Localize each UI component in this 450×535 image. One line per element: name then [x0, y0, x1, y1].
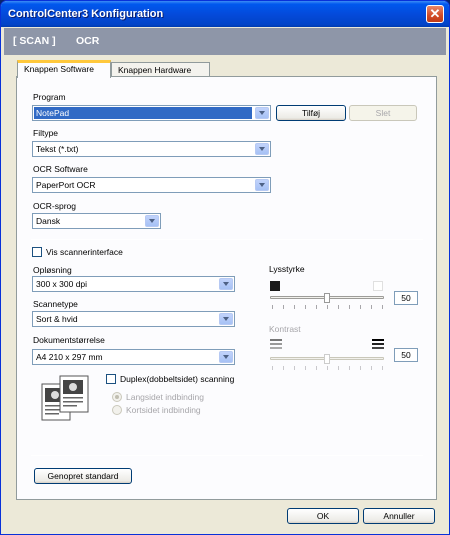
document-size-label: Dokumentstørrelse [33, 335, 105, 345]
chevron-down-icon[interactable] [255, 179, 269, 191]
ocr-software-value: PaperPort OCR [36, 180, 96, 190]
config-window: ControlCenter3 Konfiguration ✕ [ SCAN ] … [0, 0, 450, 535]
show-scanner-interface-label: Vis scannerinterface [46, 247, 123, 257]
ok-button[interactable]: OK [287, 508, 359, 524]
show-scanner-interface-checkbox[interactable] [32, 247, 42, 257]
long-edge-binding-label: Langsidet indbinding [126, 392, 204, 402]
scan-type-select[interactable]: Sort & hvid [32, 311, 235, 327]
chevron-down-icon[interactable] [219, 351, 233, 363]
resolution-label: Opløsning [33, 265, 72, 275]
document-size-select[interactable]: A4 210 x 297 mm [32, 349, 235, 365]
ocr-language-select[interactable]: Dansk [32, 213, 161, 229]
program-value: NotePad [34, 107, 252, 119]
tab-hardware-button[interactable]: Knappen Hardware [111, 62, 210, 77]
program-label: Program [33, 92, 66, 102]
program-select[interactable]: NotePad [32, 105, 271, 121]
section-header: [ SCAN ] OCR [4, 28, 446, 55]
chevron-down-icon[interactable] [219, 278, 233, 290]
contrast-value-field[interactable]: 50 [394, 348, 418, 362]
divider [31, 455, 423, 456]
filetype-label: Filtype [33, 128, 59, 138]
duplex-checkbox[interactable] [106, 374, 116, 384]
contrast-ticks [272, 366, 384, 370]
brightness-ticks [272, 305, 384, 309]
chevron-down-icon[interactable] [255, 107, 269, 119]
tab-software-button[interactable]: Knappen Software [17, 60, 111, 78]
tab-panel: Program NotePad Tilføj Slet Filtype Teks… [16, 76, 437, 500]
filetype-value: Tekst (*.txt) [36, 144, 79, 154]
long-edge-binding-radio[interactable] [112, 392, 122, 402]
window-title: ControlCenter3 Konfiguration [8, 8, 164, 20]
restore-default-button[interactable]: Genopret standard [34, 468, 132, 484]
brightness-label: Lysstyrke [269, 264, 305, 274]
ocr-language-label: OCR-sprog [33, 201, 76, 211]
add-program-button[interactable]: Tilføj [276, 105, 346, 121]
light-swatch-icon [373, 281, 383, 291]
duplex-pages-icon [41, 375, 89, 421]
cancel-button[interactable]: Annuller [363, 508, 435, 524]
scan-type-value: Sort & hvid [36, 314, 78, 324]
ocr-header-label: OCR [76, 35, 100, 47]
title-bar: ControlCenter3 Konfiguration ✕ [1, 1, 449, 27]
brightness-value-field[interactable]: 50 [394, 291, 418, 305]
document-size-value: A4 210 x 297 mm [36, 352, 103, 362]
high-contrast-icon [372, 339, 384, 349]
contrast-slider-thumb[interactable] [324, 354, 330, 364]
close-icon[interactable]: ✕ [426, 5, 444, 23]
ocr-software-select[interactable]: PaperPort OCR [32, 177, 271, 193]
ocr-language-value: Dansk [36, 216, 61, 226]
short-edge-binding-label: Kortsidet indbinding [126, 405, 201, 415]
scan-type-label: Scannetype [33, 299, 78, 309]
dark-swatch-icon [270, 281, 280, 291]
brightness-slider-thumb[interactable] [324, 293, 330, 303]
chevron-down-icon[interactable] [219, 313, 233, 325]
short-edge-binding-radio[interactable] [112, 405, 122, 415]
divider [31, 239, 423, 240]
chevron-down-icon[interactable] [255, 143, 269, 155]
resolution-value: 300 x 300 dpi [36, 279, 88, 289]
ocr-software-label: OCR Software [33, 164, 88, 174]
delete-program-button[interactable]: Slet [349, 105, 417, 121]
filetype-select[interactable]: Tekst (*.txt) [32, 141, 271, 157]
chevron-down-icon[interactable] [145, 215, 159, 227]
resolution-select[interactable]: 300 x 300 dpi [32, 276, 235, 292]
scan-header-label[interactable]: [ SCAN ] [13, 35, 56, 47]
low-contrast-icon [270, 339, 282, 349]
duplex-label: Duplex(dobbeltsidet) scanning [120, 374, 235, 384]
contrast-label: Kontrast [269, 324, 301, 334]
